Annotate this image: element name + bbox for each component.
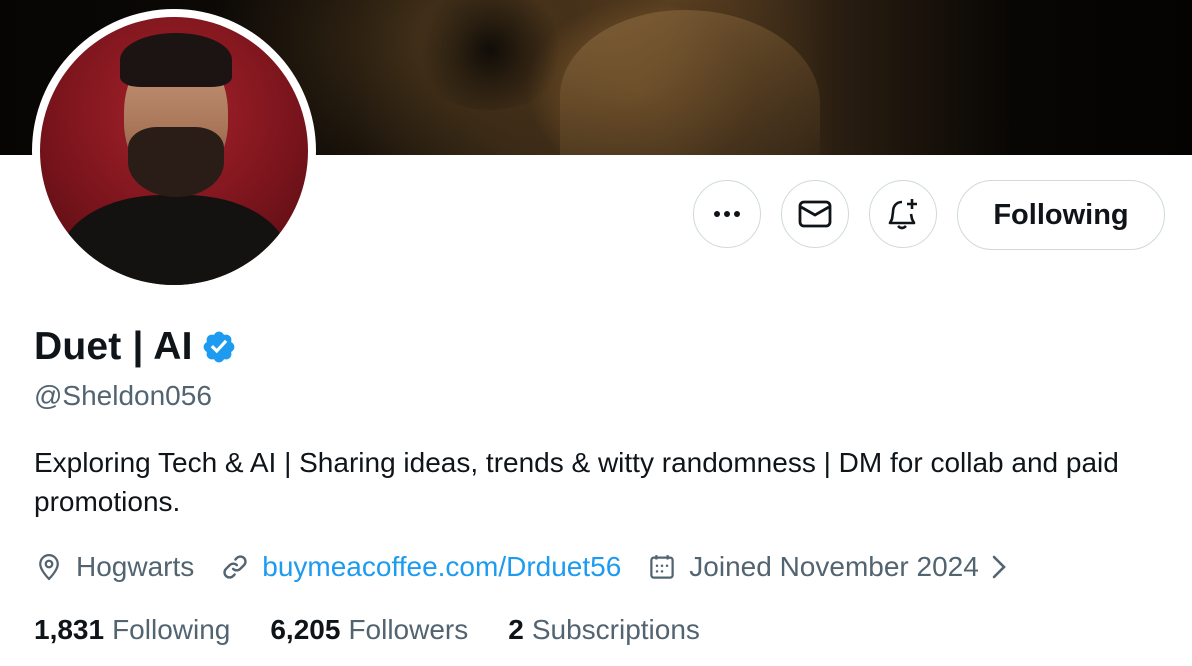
more-button[interactable] xyxy=(693,180,761,248)
website-link[interactable]: buymeacoffee.com/Drduet56 xyxy=(262,551,621,583)
notifications-button[interactable] xyxy=(869,180,937,248)
following-count: 1,831 xyxy=(34,614,105,645)
following-button[interactable]: Following xyxy=(957,180,1165,250)
link-icon xyxy=(223,555,247,579)
subscriptions-stat[interactable]: 2 Subscriptions xyxy=(508,614,700,646)
message-button[interactable] xyxy=(781,180,849,248)
location-item: Hogwarts xyxy=(34,551,194,583)
profile-actions: Following xyxy=(0,180,1192,250)
subscriptions-count: 2 xyxy=(508,614,524,645)
website-item[interactable]: buymeacoffee.com/Drduet56 xyxy=(220,551,621,583)
display-name: Duet | AI xyxy=(34,325,193,368)
profile-name-row: Duet | AI xyxy=(34,325,237,369)
chevron-right-icon xyxy=(992,555,1006,579)
envelope-icon xyxy=(798,200,832,228)
more-icon xyxy=(714,211,740,217)
following-label: Following xyxy=(112,614,231,645)
joined-text: Joined November 2024 xyxy=(689,551,979,582)
banner-figure xyxy=(560,10,820,155)
location-pin-icon xyxy=(39,553,59,581)
followers-count: 6,205 xyxy=(270,614,341,645)
profile-bio: Exploring Tech & AI | Sharing ideas, tre… xyxy=(34,447,1119,517)
followers-label: Followers xyxy=(348,614,469,645)
profile-meta: Hogwarts buymeacoffee.com/Drduet56 Joine… xyxy=(34,546,1045,588)
avatar-hair xyxy=(120,33,232,87)
followers-stat[interactable]: 6,205 Followers xyxy=(270,614,468,646)
location-text: Hogwarts xyxy=(76,551,195,582)
subscriptions-label: Subscriptions xyxy=(531,614,700,645)
calendar-icon xyxy=(650,555,675,579)
verified-badge-icon[interactable] xyxy=(201,329,237,365)
banner-shadow xyxy=(410,0,570,110)
joined-item[interactable]: Joined November 2024 xyxy=(647,551,1019,583)
profile-handle: @Sheldon056 xyxy=(34,380,212,411)
bell-plus-icon xyxy=(888,199,917,230)
following-stat[interactable]: 1,831 Following xyxy=(34,614,230,646)
profile-stats: 1,831 Following 6,205 Followers 2 Subscript… xyxy=(34,614,740,646)
